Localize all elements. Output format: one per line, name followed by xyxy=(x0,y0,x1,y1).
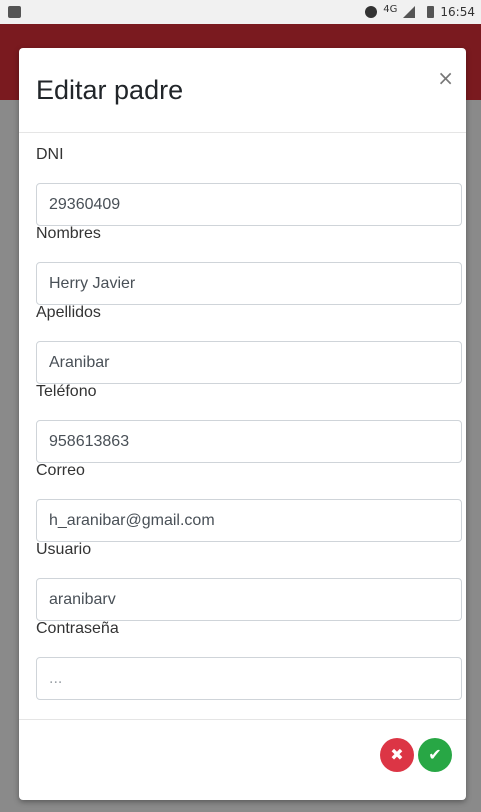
alarm-icon xyxy=(365,6,378,18)
correo-label: Correo xyxy=(36,462,85,479)
field-nombres: Nombres xyxy=(36,224,462,305)
usuario-label: Usuario xyxy=(36,541,92,558)
image-icon xyxy=(8,6,21,18)
apellidos-label: Apellidos xyxy=(36,304,101,321)
usuario-input[interactable] xyxy=(36,578,462,621)
field-usuario: Usuario xyxy=(36,540,462,621)
cancel-icon: ✖ xyxy=(390,747,404,764)
field-apellidos: Apellidos xyxy=(36,303,462,384)
field-telefono: Teléfono xyxy=(36,382,462,463)
signal-icon xyxy=(403,6,416,18)
battery-icon xyxy=(427,6,435,18)
status-time: 16:54 xyxy=(440,5,475,19)
dni-input[interactable] xyxy=(36,183,462,226)
edit-parent-modal: Editar padre × DNI Nombres Apellidos Tel… xyxy=(19,48,466,800)
modal-footer: ✖ ✔ xyxy=(19,719,466,800)
field-contrasena: Contraseña xyxy=(36,619,462,700)
telefono-label: Teléfono xyxy=(36,383,97,400)
check-icon: ✔ xyxy=(428,747,442,764)
field-correo: Correo xyxy=(36,461,462,542)
field-dni: DNI xyxy=(36,145,462,226)
nombres-label: Nombres xyxy=(36,225,101,242)
contrasena-label: Contraseña xyxy=(36,620,119,637)
cancel-button[interactable]: ✖ xyxy=(380,738,414,772)
network-label: 4G xyxy=(383,3,398,15)
confirm-button[interactable]: ✔ xyxy=(418,738,452,772)
telefono-input[interactable] xyxy=(36,420,462,463)
correo-input[interactable] xyxy=(36,499,462,542)
status-indicators: 4G 16:54 xyxy=(365,0,475,24)
parent-form: DNI Nombres Apellidos Teléfono Correo Us… xyxy=(36,145,462,700)
status-bar: 4G 16:54 xyxy=(0,0,481,24)
modal-header: Editar padre × xyxy=(19,48,466,133)
contrasena-input[interactable] xyxy=(36,657,462,700)
close-icon[interactable]: × xyxy=(437,66,454,90)
dni-label: DNI xyxy=(36,146,64,163)
apellidos-input[interactable] xyxy=(36,341,462,384)
modal-title: Editar padre xyxy=(36,75,184,105)
nombres-input[interactable] xyxy=(36,262,462,305)
